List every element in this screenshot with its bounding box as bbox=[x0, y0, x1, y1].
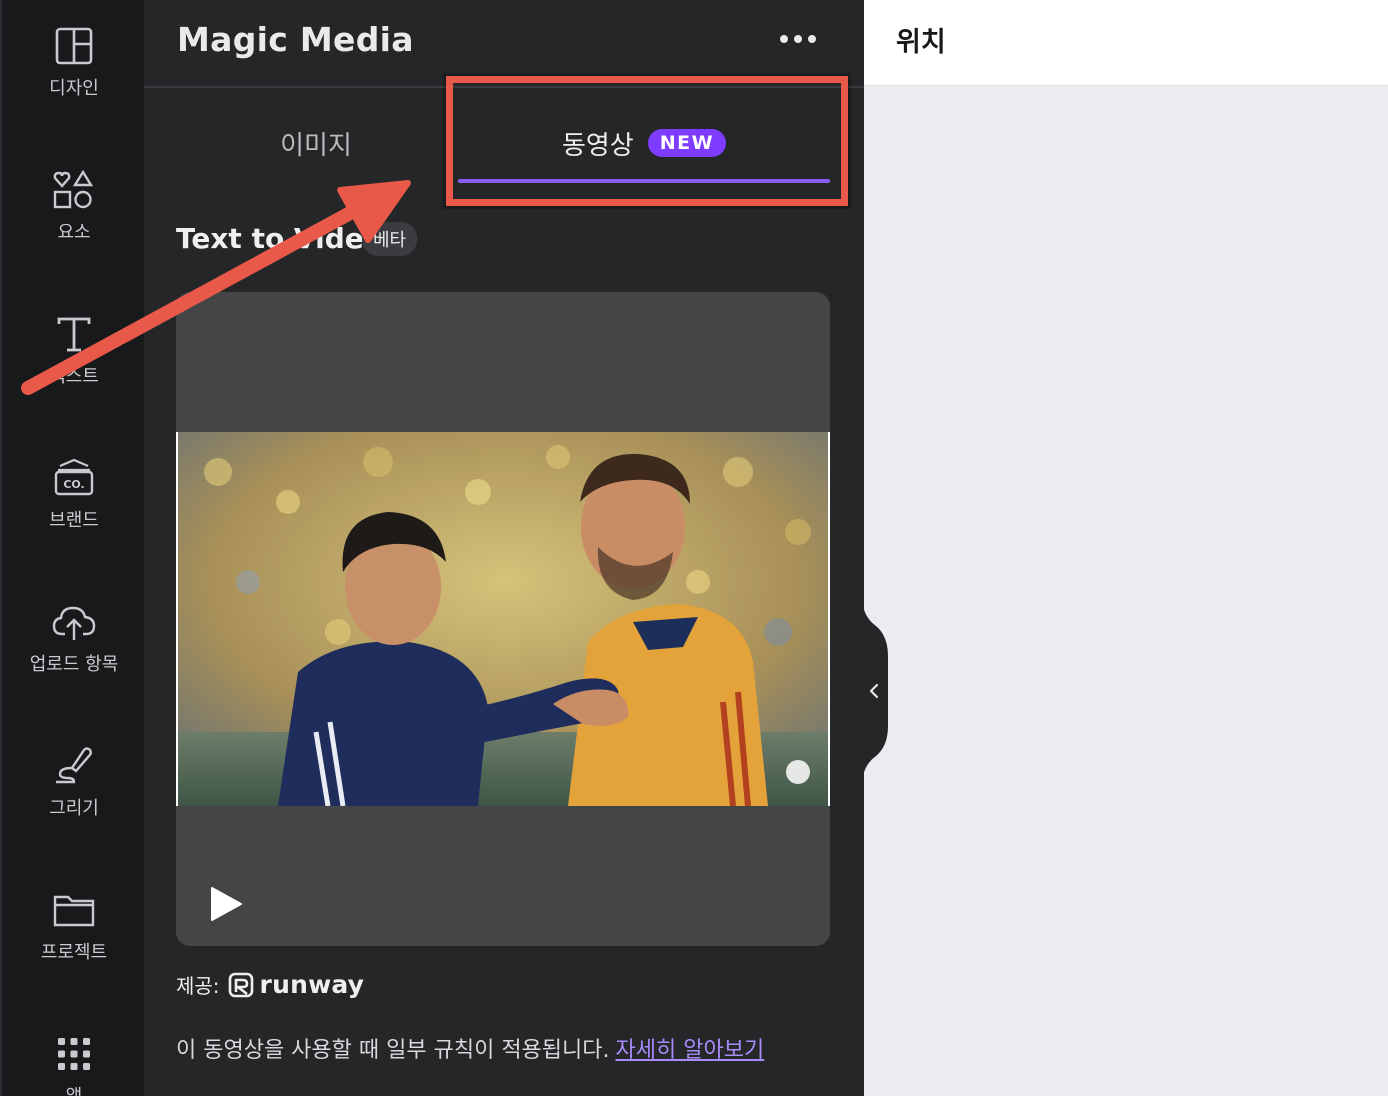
rail-item-label: 그리기 bbox=[49, 798, 99, 819]
brand-icon: CO. bbox=[52, 456, 96, 500]
text-icon bbox=[52, 312, 96, 356]
beta-badge: 베타 bbox=[362, 222, 418, 256]
position-panel-header: 위치 bbox=[864, 0, 1388, 86]
magic-media-panel: Magic Media 이미지 동영상 NEW Text to Video 베타 bbox=[144, 0, 864, 1096]
position-panel-title: 위치 bbox=[896, 27, 946, 58]
video-preview-card[interactable] bbox=[176, 292, 830, 946]
apps-grid-icon bbox=[52, 1032, 96, 1076]
collapse-panel-handle[interactable] bbox=[862, 596, 890, 786]
rail-item-apps[interactable]: 앱 bbox=[2, 1032, 146, 1096]
draw-icon bbox=[52, 744, 96, 788]
provider-name: runway bbox=[259, 970, 365, 999]
rail-item-draw[interactable]: 그리기 bbox=[2, 744, 146, 854]
shapes-icon bbox=[52, 168, 96, 212]
rail-item-design[interactable]: 디자인 bbox=[2, 24, 146, 134]
dot-icon bbox=[794, 35, 802, 43]
rail-item-label: 디자인 bbox=[49, 78, 99, 99]
rail-item-label: 앱 bbox=[66, 1082, 83, 1096]
more-options-button[interactable] bbox=[772, 22, 824, 56]
annotation-highlight-box bbox=[446, 76, 848, 206]
layout-icon bbox=[52, 24, 96, 68]
rail-item-label: 브랜드 bbox=[49, 510, 99, 531]
rail-item-label: 텍스트 bbox=[49, 366, 99, 387]
panel-header: Magic Media bbox=[144, 0, 864, 88]
provider-credit: 제공: runway bbox=[176, 970, 364, 999]
learn-more-link[interactable]: 자세히 알아보기 bbox=[616, 1038, 765, 1063]
video-thumbnail bbox=[176, 432, 830, 806]
runway-logo-icon bbox=[228, 972, 254, 998]
play-button[interactable] bbox=[206, 884, 246, 924]
rail-item-elements[interactable]: 요소 bbox=[2, 168, 146, 278]
provider-prefix: 제공: bbox=[176, 974, 220, 998]
rail-item-label: 요소 bbox=[57, 222, 91, 243]
svg-text:CO.: CO. bbox=[63, 478, 84, 491]
section-title: Text to Video bbox=[176, 222, 383, 255]
tab-image[interactable]: 이미지 bbox=[174, 100, 458, 186]
rail-item-label: 프로젝트 bbox=[40, 942, 108, 963]
side-rail: 디자인 요소 텍스트 CO. 브랜드 업로드 항목 그리기 프로젝트 bbox=[0, 0, 144, 1096]
rail-item-projects[interactable]: 프로젝트 bbox=[2, 888, 146, 998]
dot-icon bbox=[780, 35, 788, 43]
rail-item-brand[interactable]: CO. 브랜드 bbox=[2, 456, 146, 566]
tab-label: 이미지 bbox=[280, 130, 352, 161]
rail-item-text[interactable]: 텍스트 bbox=[2, 312, 146, 422]
folder-icon bbox=[52, 888, 96, 932]
notice-text: 이 동영상을 사용할 때 일부 규칙이 적용됩니다. bbox=[176, 1038, 610, 1063]
dot-icon bbox=[808, 35, 816, 43]
rail-item-uploads[interactable]: 업로드 항목 bbox=[2, 600, 146, 710]
panel-title: Magic Media bbox=[177, 20, 414, 59]
rail-item-label: 업로드 항목 bbox=[29, 654, 119, 675]
upload-cloud-icon bbox=[52, 600, 96, 644]
usage-notice: 이 동영상을 사용할 때 일부 규칙이 적용됩니다. 자세히 알아보기 bbox=[176, 1032, 764, 1064]
